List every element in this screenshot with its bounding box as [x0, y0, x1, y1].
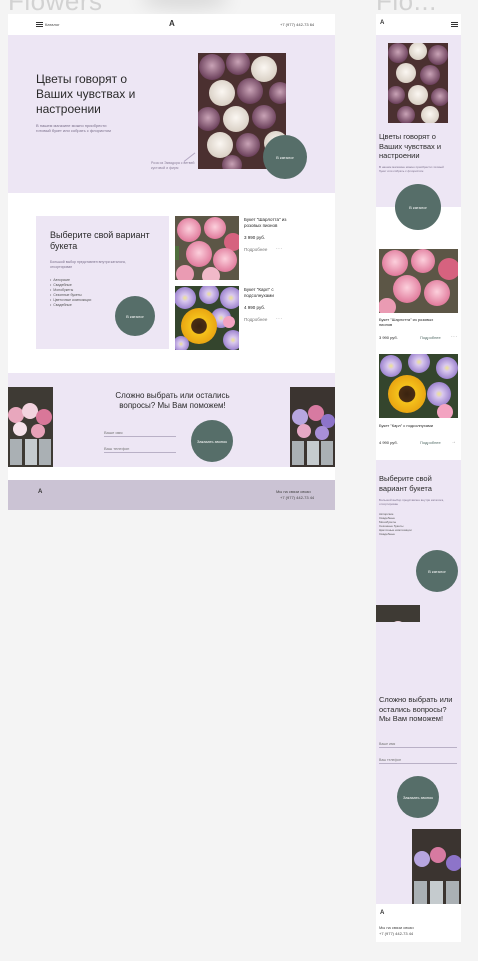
- mobile-hero: Цветы говорят о Ваших чувствах и настрое…: [376, 35, 461, 230]
- mobile-hero-title: Цветы говорят о Ваших чувствах и настрое…: [379, 132, 442, 160]
- footer-logo[interactable]: A: [38, 489, 42, 495]
- more-dots-icon[interactable]: ···: [276, 246, 283, 252]
- mobile-hero-catalog-button[interactable]: В каталог: [395, 184, 441, 230]
- desktop-footer: A Мы на связи связи +7 (977) 442-73 44: [8, 480, 335, 510]
- mobile-choose-title: Выберите свой вариант букета: [379, 474, 432, 493]
- mobile-shop-bottom-image: [412, 829, 461, 909]
- phone-input[interactable]: Ваш телефон: [104, 446, 176, 453]
- mobile-category-list: Авторские Свадебные Монобукеты Сезонные …: [379, 512, 412, 536]
- product-price: 3 990 руб.: [244, 235, 266, 240]
- category-item[interactable]: Свадебные: [379, 532, 412, 536]
- mobile-product-price: 3 990 руб.: [379, 335, 398, 340]
- help-title: Сложно выбрать или остались вопросы? Мы …: [115, 391, 230, 410]
- mobile-choose-catalog-button[interactable]: В каталог: [416, 550, 458, 592]
- footer-contact: Мы на связи связи: [276, 489, 311, 494]
- category-list: Авторские Свадебные Монобукеты Сезонные …: [50, 278, 91, 308]
- footer-phone[interactable]: +7 (977) 442-73 44: [280, 495, 314, 500]
- product-name[interactable]: Букет "Карл" с подсолнухами: [244, 287, 304, 298]
- product-details-link[interactable]: Подробнее: [244, 317, 267, 322]
- desktop-header: Каталог A +7 (977) 442-73 64: [8, 14, 335, 35]
- product-sunflower-image[interactable]: [175, 286, 239, 350]
- mobile-help-title: Сложно выбрать или остались вопросы? Мы …: [379, 695, 453, 723]
- hero-catalog-button[interactable]: В каталог: [263, 135, 307, 179]
- more-dots-icon[interactable]: ···: [451, 334, 458, 340]
- right-arrow-icon[interactable]: →: [451, 439, 457, 445]
- mobile-footer-phone[interactable]: +7 (977) 442-73 44: [379, 931, 413, 936]
- choose-catalog-button[interactable]: В каталог: [115, 296, 155, 336]
- flower-shop-right-image: [290, 387, 335, 467]
- mobile-frame: A Цветы говорят о Ваших чувствах и настр…: [376, 14, 461, 942]
- mobile-name-input[interactable]: Ваше имя: [379, 742, 457, 748]
- mobile-choose-block: Выберите свой вариант букета Большой выб…: [376, 460, 461, 622]
- mobile-footer-logo[interactable]: A: [380, 910, 384, 916]
- catalog-menu-link[interactable]: Каталог: [45, 22, 60, 27]
- name-input[interactable]: Ваше имя: [104, 430, 176, 437]
- mobile-footer-contact: Мы на связи связи: [379, 925, 414, 930]
- category-item[interactable]: Свадебные: [50, 303, 91, 308]
- mobile-hero-bouquet-image: [388, 43, 448, 123]
- header-phone[interactable]: +7 (977) 442-73 64: [280, 22, 314, 27]
- mobile-product-sunflower-image[interactable]: [379, 354, 458, 418]
- mobile-product-name[interactable]: Букет "Карл" с подсолнухами: [379, 423, 439, 428]
- choose-title: Выберите свой вариант букета: [50, 230, 150, 251]
- mobile-footer: A Мы на связи связи +7 (977) 442-73 44: [376, 904, 461, 942]
- product-peony-image[interactable]: [175, 216, 239, 280]
- product-name[interactable]: Букет "Шарлотта" из розовых пионов: [244, 217, 304, 228]
- mobile-product-details-link[interactable]: Подробнее: [420, 440, 441, 445]
- help-section: Сложно выбрать или остались вопросы? Мы …: [8, 373, 335, 467]
- more-dots-icon[interactable]: ···: [276, 316, 283, 322]
- mobile-hero-text: В нашем магазине можно приобрести готовы…: [379, 165, 444, 173]
- product-price: 4 990 руб.: [244, 305, 266, 310]
- mobile-header: A: [376, 14, 461, 35]
- mobile-product-details-link[interactable]: Подробнее: [420, 335, 441, 340]
- mobile-choose-description: Большой выбор представлен внутри каталог…: [379, 498, 444, 506]
- logo[interactable]: A: [169, 19, 175, 28]
- mobile-product-name[interactable]: Букет "Шарлотта" из розовых пионов: [379, 317, 439, 327]
- choose-description: Большой выбор представлен внутри каталог…: [50, 260, 126, 269]
- desktop-hero: Цветы говорят о Ваших чувствах и настрое…: [8, 35, 335, 193]
- mobile-request-call-button[interactable]: Заказать звонок: [397, 776, 439, 818]
- product-details-link[interactable]: Подробнее: [244, 247, 267, 252]
- hero-caption: Роза из Эквадора с ветвей кустовой и фир…: [151, 161, 195, 170]
- request-call-button[interactable]: Заказать звонок: [191, 420, 233, 462]
- mobile-phone-input[interactable]: Ваш телефон: [379, 758, 457, 764]
- hero-title: Цветы говорят о Ваших чувствах и настрое…: [36, 72, 136, 116]
- mobile-logo[interactable]: A: [380, 20, 384, 26]
- flower-shop-left-image: [8, 387, 53, 467]
- hero-text: В нашем магазине можно приобрести готовы…: [36, 123, 111, 133]
- mobile-product-peony-image[interactable]: [379, 249, 458, 313]
- choose-bouquet-block: Выберите свой вариант букета Большой выб…: [36, 216, 169, 349]
- desktop-frame: Каталог A +7 (977) 442-73 64 Цветы говор…: [8, 14, 335, 510]
- menu-icon[interactable]: [451, 22, 458, 27]
- mobile-product-price: 4 990 руб.: [379, 440, 398, 445]
- menu-icon[interactable]: [36, 22, 43, 27]
